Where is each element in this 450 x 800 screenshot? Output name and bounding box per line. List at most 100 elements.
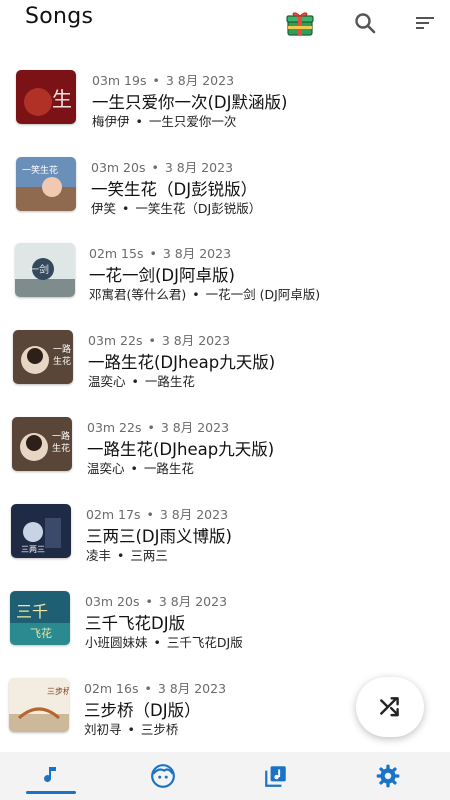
song-artist: 温奕心 — [87, 461, 125, 476]
song-title: 一路生花(DJheap九天版) — [87, 440, 275, 459]
song-row[interactable]: 一剑 02m 15s • 3 8月 2023 一花一剑(DJ阿卓版) 邓寓君(等什么… — [0, 231, 450, 317]
album-icon — [265, 766, 286, 787]
song-album: 一生只爱你一次 — [148, 114, 237, 129]
song-duration: 02m 17s — [86, 507, 141, 522]
svg-text:一路: 一路 — [52, 430, 70, 442]
song-album: 三千飞花DJ版 — [166, 635, 243, 650]
song-duration: 03m 22s — [88, 333, 143, 348]
song-duration: 02m 16s — [84, 681, 139, 696]
separator: • — [151, 160, 159, 175]
song-album: 三步桥 — [140, 722, 179, 737]
song-duration: 03m 20s — [85, 594, 140, 609]
search-button[interactable] — [348, 6, 382, 40]
song-artist: 梅伊伊 — [92, 114, 130, 129]
gift-button[interactable] — [283, 6, 317, 40]
nav-albums[interactable] — [236, 752, 316, 800]
svg-text:三两三: 三两三 — [21, 545, 45, 554]
separator: • — [135, 114, 143, 129]
music-note-icon — [44, 767, 56, 783]
svg-text:三步桥: 三步桥 — [47, 686, 69, 696]
svg-text:生花: 生花 — [52, 442, 70, 454]
separator: • — [146, 507, 154, 522]
song-date: 3 8月 2023 — [161, 333, 231, 348]
shuffle-icon — [380, 697, 399, 717]
song-album: 一路生花 — [144, 374, 195, 389]
album-art: 三千 飞花 — [10, 591, 70, 645]
song-title: 三千飞花DJ版 — [85, 614, 186, 633]
song-artist: 刘初寻 — [84, 722, 122, 737]
svg-text:一路: 一路 — [53, 343, 71, 355]
separator: • — [152, 73, 160, 88]
sort-button[interactable] — [408, 6, 442, 40]
search-icon — [355, 13, 376, 34]
song-row[interactable]: 三千 飞花 03m 20s • 3 8月 2023 三千飞花DJ版 小班圆妹妹 • 三千… — [0, 579, 450, 665]
song-artist: 温奕心 — [88, 374, 126, 389]
separator: • — [131, 374, 139, 389]
album-art: 一路 生花 — [13, 330, 73, 384]
song-title: 一笑生花（DJ彭锐版） — [91, 180, 258, 199]
song-title: 三步桥（DJ版） — [84, 701, 201, 720]
song-date: 3 8月 2023 — [160, 420, 230, 435]
song-title: 一花一剑(DJ阿卓版) — [89, 266, 235, 285]
separator: • — [144, 681, 152, 696]
top-app-bar: Songs — [0, 0, 450, 44]
album-art: 一剑 — [15, 243, 75, 297]
page-title: Songs — [25, 4, 94, 29]
song-album: 三两三 — [130, 548, 168, 563]
sort-icon — [416, 17, 434, 29]
song-album: 一笑生花（DJ彭锐版） — [135, 201, 262, 216]
nav-active-indicator — [26, 791, 76, 794]
separator: • — [122, 201, 130, 216]
song-date: 3 8月 2023 — [164, 160, 234, 175]
album-art: 一笑生花 — [16, 157, 76, 211]
svg-text:生花: 生花 — [53, 355, 71, 367]
album-art: 一路 生花 — [12, 417, 72, 471]
separator: • — [148, 333, 156, 348]
shuffle-button[interactable] — [356, 677, 424, 737]
artist-face-icon — [151, 764, 175, 788]
song-title: 三两三(DJ雨义博版) — [86, 527, 232, 546]
album-art: 三步桥 — [9, 678, 69, 732]
song-date: 3 8月 2023 — [158, 594, 228, 609]
song-album: 一花一剑 (DJ阿卓版) — [205, 287, 321, 302]
song-row[interactable]: 一笑生花 03m 20s • 3 8月 2023 一笑生花（DJ彭锐版） 伊笑 • 一笑… — [0, 145, 450, 231]
settings-gear-icon — [376, 764, 400, 788]
song-artist: 小班圆妹妹 — [85, 635, 148, 650]
song-duration: 03m 19s — [92, 73, 147, 88]
svg-text:三千: 三千 — [16, 602, 48, 621]
svg-text:飞花: 飞花 — [30, 627, 52, 640]
song-row[interactable]: 生 03m 19s • 3 8月 2023 一生只爱你一次(DJ默涵版) 梅伊伊 • 一… — [0, 58, 450, 144]
album-art: 生 — [16, 70, 76, 124]
song-duration: 02m 15s — [89, 246, 144, 261]
separator: • — [145, 594, 153, 609]
nav-settings[interactable] — [348, 752, 428, 800]
svg-text:生: 生 — [52, 87, 72, 111]
separator: • — [147, 420, 155, 435]
svg-text:一笑生花: 一笑生花 — [22, 164, 58, 176]
separator: • — [149, 246, 157, 261]
svg-text:一剑: 一剑 — [29, 263, 49, 276]
gift-icon — [286, 12, 314, 36]
song-date: 3 8月 2023 — [162, 246, 232, 261]
song-date: 3 8月 2023 — [159, 507, 229, 522]
song-duration: 03m 20s — [91, 160, 146, 175]
song-date: 3 8月 2023 — [165, 73, 235, 88]
song-title: 一路生花(DJheap九天版) — [88, 353, 276, 372]
song-duration: 03m 22s — [87, 420, 142, 435]
song-album: 一路生花 — [143, 461, 194, 476]
separator: • — [117, 548, 125, 563]
song-row[interactable]: 三两三 02m 17s • 3 8月 2023 三两三(DJ雨义博版) 凌丰 • 三两三 — [0, 492, 450, 578]
separator: • — [130, 461, 138, 476]
separator: • — [127, 722, 135, 737]
separator: • — [192, 287, 200, 302]
song-date: 3 8月 2023 — [157, 681, 227, 696]
nav-artists[interactable] — [123, 752, 203, 800]
album-art: 三两三 — [11, 504, 71, 558]
song-title: 一生只爱你一次(DJ默涵版) — [92, 93, 288, 112]
song-row[interactable]: 一路 生花 03m 22s • 3 8月 2023 一路生花(DJheap九天版) … — [0, 318, 450, 404]
song-artist: 凌丰 — [86, 548, 112, 563]
separator: • — [153, 635, 161, 650]
song-artist: 伊笑 — [91, 201, 117, 216]
song-artist: 邓寓君(等什么君) — [89, 287, 187, 302]
song-row[interactable]: 一路 生花 03m 22s • 3 8月 2023 一路生花(DJheap九天版) … — [0, 405, 450, 491]
